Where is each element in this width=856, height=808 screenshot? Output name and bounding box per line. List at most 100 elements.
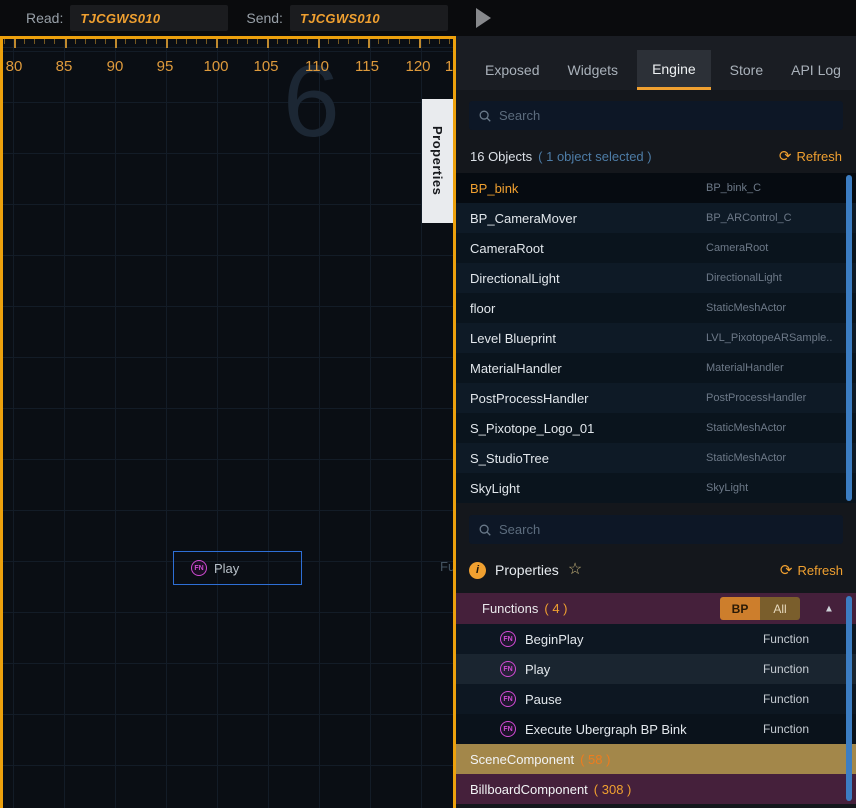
tab-engine[interactable]: Engine	[637, 50, 711, 90]
object-row-bp-cameramover[interactable]: BP_CameraMover BP_ARControl_C	[456, 203, 856, 233]
object-row-cameraroot[interactable]: CameraRoot CameraRoot	[456, 233, 856, 263]
objects-refresh-button[interactable]: ⟳ Refresh	[779, 149, 842, 164]
read-input[interactable]: TJCGWS010	[70, 5, 228, 31]
function-row-play[interactable]: FN Play Function	[456, 654, 856, 684]
ruler-tick	[115, 39, 117, 48]
search-icon	[478, 109, 492, 123]
object-list: BP_bink BP_bink_C BP_CameraMover BP_ARCo…	[456, 173, 856, 503]
properties-scrollbar[interactable]	[846, 596, 852, 801]
play-icon[interactable]	[476, 8, 491, 28]
top-bar: Read: TJCGWS010 Send: TJCGWS010	[0, 0, 856, 36]
collapse-icon[interactable]: ▲	[824, 603, 834, 614]
properties-search-input[interactable]: Search	[469, 515, 843, 544]
function-type: Function	[763, 722, 809, 736]
ruler-tick	[429, 39, 430, 44]
ruler-tick	[318, 39, 320, 48]
function-row-pause[interactable]: FN Pause Function	[456, 684, 856, 714]
bp-filter-button[interactable]: BP	[720, 597, 760, 620]
object-row-materialhandler[interactable]: MaterialHandler MaterialHandler	[456, 353, 856, 383]
ruler-tick	[227, 39, 228, 44]
star-icon[interactable]: ☆	[568, 562, 582, 578]
object-class: CameraRoot	[706, 242, 768, 254]
function-row-beginplay[interactable]: FN BeginPlay Function	[456, 624, 856, 654]
ruler-tick	[135, 39, 136, 44]
ruler-tick	[368, 39, 370, 48]
object-row-s-studiotree[interactable]: S_StudioTree StaticMeshActor	[456, 443, 856, 473]
fn-icon: FN	[191, 560, 207, 576]
objects-search-input[interactable]: Search	[469, 101, 843, 130]
info-icon: i	[469, 562, 486, 579]
object-class: DirectionalLight	[706, 272, 782, 284]
object-row-s-pixotope-logo[interactable]: S_Pixotope_Logo_01 StaticMeshActor	[456, 413, 856, 443]
function-name: BeginPlay	[525, 632, 584, 647]
ruler-number: 1	[445, 58, 453, 75]
object-name: SkyLight	[470, 481, 520, 496]
object-row-postprocesshandler[interactable]: PostProcessHandler PostProcessHandler	[456, 383, 856, 413]
fn-icon: FN	[500, 691, 516, 707]
tab-exposed[interactable]: Exposed	[476, 50, 548, 90]
function-name: Execute Ubergraph BP Bink	[525, 722, 687, 737]
ruler-tick	[44, 39, 45, 44]
ruler-tick	[65, 39, 67, 48]
object-row-bp-bink[interactable]: BP_bink BP_bink_C	[456, 173, 856, 203]
ruler-tick	[378, 39, 379, 44]
ruler-tick	[85, 39, 86, 44]
ruler-tick	[166, 39, 168, 48]
function-type: Function	[763, 692, 809, 706]
ruler-number: 120	[405, 58, 430, 75]
play-overlay-label: Play	[214, 561, 239, 576]
object-row-skylight[interactable]: SkyLight SkyLight	[456, 473, 856, 503]
object-name: CameraRoot	[470, 241, 544, 256]
function-row-execute-ubergraph[interactable]: FN Execute Ubergraph BP Bink Function	[456, 714, 856, 744]
section-title: BillboardComponent	[470, 782, 588, 797]
bp-all-toggle: BP All	[720, 597, 800, 620]
object-class: BP_bink_C	[706, 182, 761, 194]
ruler-tick	[196, 39, 197, 44]
section-billboardcomponent[interactable]: BillboardComponent ( 308 )	[456, 774, 856, 804]
play-function-overlay[interactable]: FN Play	[173, 551, 302, 585]
ruler-tick	[14, 39, 16, 48]
ruler-tick	[409, 39, 410, 44]
object-class: StaticMeshActor	[706, 302, 786, 314]
ruler-tick	[267, 39, 269, 48]
properties-side-tab[interactable]: Properties	[422, 99, 453, 223]
all-filter-button[interactable]: All	[760, 597, 800, 620]
tab-api-log[interactable]: API Log	[782, 50, 850, 90]
object-list-scrollbar[interactable]	[846, 175, 852, 501]
object-row-level-blueprint[interactable]: Level Blueprint LVL_PixotopeARSample..	[456, 323, 856, 353]
objects-selected-text: ( 1 object selected )	[538, 149, 651, 164]
ruler-number: 80	[6, 58, 23, 75]
ruler-tick	[388, 39, 389, 44]
ruler-tick	[95, 39, 96, 44]
ruler-tick	[257, 39, 258, 44]
send-label: Send:	[246, 10, 283, 26]
object-class: MaterialHandler	[706, 362, 784, 374]
ruler-tick	[449, 39, 450, 44]
ruler-number: 115	[355, 58, 379, 75]
object-row-floor[interactable]: floor StaticMeshActor	[456, 293, 856, 323]
ruler-tick	[105, 39, 106, 44]
function-type: Function	[763, 662, 809, 676]
functions-title: Functions	[482, 601, 538, 616]
ruler-tick	[34, 39, 35, 44]
tab-widgets[interactable]: Widgets	[558, 50, 627, 90]
send-input[interactable]: TJCGWS010	[290, 5, 448, 31]
object-class: BP_ARControl_C	[706, 212, 792, 224]
ruler-tick	[146, 39, 147, 44]
functions-section-header[interactable]: Functions ( 4 ) BP All ▲	[456, 593, 856, 624]
panel-tabs: Exposed Widgets Engine Store API Log	[456, 36, 856, 90]
object-name: BP_bink	[470, 181, 518, 196]
viewport[interactable]: 80 85 90 95 100 105 110 115 120 1 6 Func…	[0, 36, 456, 808]
properties-refresh-button[interactable]: ⟳ Refresh	[780, 563, 843, 578]
function-name: Pause	[525, 692, 562, 707]
ruler-number: 100	[203, 58, 228, 75]
object-class: SkyLight	[706, 482, 748, 494]
object-row-directionallight[interactable]: DirectionalLight DirectionalLight	[456, 263, 856, 293]
ruler-tick	[419, 39, 421, 48]
function-type: Function	[763, 632, 809, 646]
ruler-tick	[216, 39, 218, 48]
tab-store[interactable]: Store	[721, 50, 772, 90]
section-scenecomponent[interactable]: SceneComponent ( 58 )	[456, 744, 856, 774]
read-label: Read:	[26, 10, 63, 26]
ruler-tick	[399, 39, 400, 44]
